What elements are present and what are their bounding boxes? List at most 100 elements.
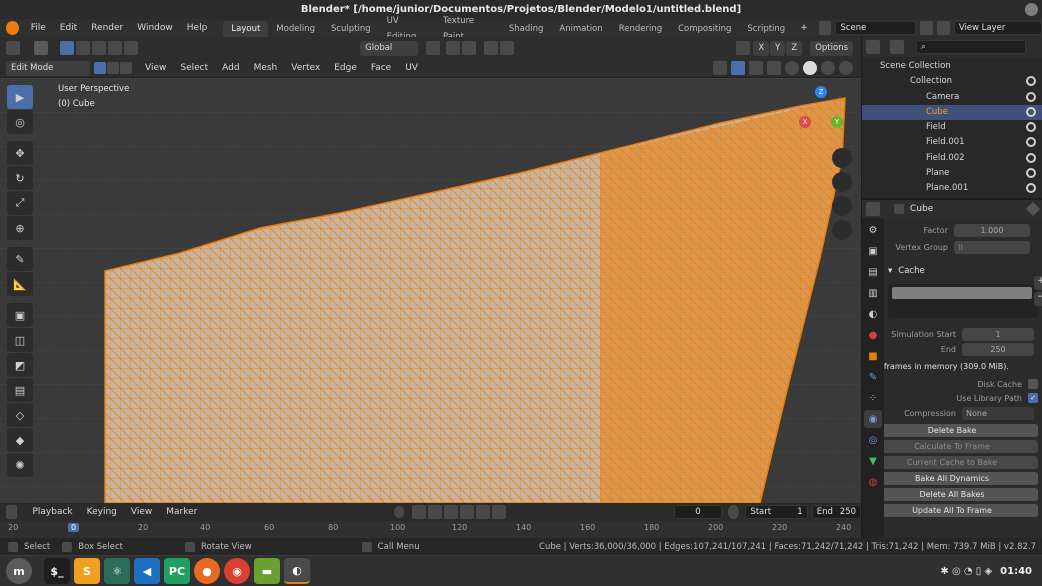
view-layer-icon[interactable] xyxy=(937,21,950,35)
knife-tool-icon[interactable]: ◇ xyxy=(7,403,33,427)
outliner-row-scene-collection[interactable]: Scene Collection xyxy=(862,59,1042,74)
physics-tab-icon[interactable]: ◉ xyxy=(864,410,882,428)
extrude-tool-icon[interactable]: ▣ xyxy=(7,303,33,327)
outliner-row-field-002[interactable]: Field.002 xyxy=(862,151,1042,166)
outliner-row-plane[interactable]: Plane xyxy=(862,166,1042,181)
3d-viewport[interactable]: User Perspective (0) Cube Z X Y xyxy=(0,78,861,503)
snap-icon[interactable] xyxy=(446,41,461,55)
outliner-editor-icon[interactable] xyxy=(866,40,880,54)
outliner-row-collection[interactable]: Collection xyxy=(862,74,1042,89)
solid-shading-icon[interactable] xyxy=(803,61,817,75)
pin-icon[interactable] xyxy=(1025,201,1041,217)
tool-tab-icon[interactable]: ⚙ xyxy=(864,221,882,239)
inset-tool-icon[interactable]: ◫ xyxy=(7,328,33,352)
select-box-icon[interactable] xyxy=(34,41,48,55)
bevel-tool-icon[interactable]: ◩ xyxy=(7,353,33,377)
menu-help[interactable]: Help xyxy=(180,19,215,37)
scene-tab-icon[interactable]: ◐ xyxy=(864,305,882,323)
outliner-row-camera[interactable]: Camera xyxy=(862,90,1042,105)
navigation-gizmo[interactable]: Z X Y xyxy=(797,84,847,144)
vertex-select-icon[interactable] xyxy=(94,62,106,74)
transform-orientation-dropdown[interactable]: Global xyxy=(360,40,419,56)
overlay-icon[interactable] xyxy=(749,61,763,75)
move-tool-icon[interactable]: ✥ xyxy=(7,141,33,165)
cursor-tool-icon[interactable]: ◎ xyxy=(7,110,33,134)
select-mode-extend-icon[interactable] xyxy=(76,41,90,55)
constraints-tab-icon[interactable]: ◎ xyxy=(864,431,882,449)
menu-face[interactable]: Face xyxy=(364,59,398,77)
menu-keying[interactable]: Keying xyxy=(80,503,124,521)
transform-tool-icon[interactable]: ⊕ xyxy=(7,216,33,240)
sublime-app-icon[interactable]: S xyxy=(74,558,100,584)
compression-dropdown[interactable]: None xyxy=(962,407,1034,420)
gizmo-icon[interactable] xyxy=(731,61,745,75)
menu-uv[interactable]: UV xyxy=(398,59,425,77)
tab-scripting[interactable]: Scripting xyxy=(739,21,793,37)
proportional-edit-icon[interactable] xyxy=(484,41,499,55)
preview-range-icon[interactable] xyxy=(727,505,740,519)
face-select-icon[interactable] xyxy=(120,62,132,74)
menu-edit[interactable]: Edit xyxy=(53,19,84,37)
mirror-y-toggle[interactable]: Y xyxy=(770,40,786,56)
record-icon[interactable] xyxy=(394,506,405,518)
delete-bake-button[interactable]: Delete Bake xyxy=(866,424,1038,437)
menu-view[interactable]: View xyxy=(138,59,173,77)
modifier-tab-icon[interactable]: ✎ xyxy=(864,368,882,386)
play-icon[interactable] xyxy=(460,505,475,519)
eye-icon[interactable] xyxy=(1026,76,1036,87)
eye-icon[interactable] xyxy=(1026,168,1036,179)
outliner-row-cube[interactable]: Cube xyxy=(862,104,1042,121)
annotate-tool-icon[interactable]: ✎ xyxy=(7,247,33,271)
eye-icon[interactable] xyxy=(1026,106,1036,117)
tab-layout[interactable]: Layout xyxy=(223,20,269,37)
vertex-group-field[interactable]: ⁝⁝ xyxy=(954,241,1030,254)
prev-keyframe-icon[interactable] xyxy=(428,505,443,519)
tab-rendering[interactable]: Rendering xyxy=(611,21,670,37)
editor-type-icon[interactable] xyxy=(6,41,20,55)
properties-editor-icon[interactable] xyxy=(866,202,880,216)
material-shading-icon[interactable] xyxy=(821,61,835,75)
display-mode-icon[interactable] xyxy=(890,40,904,54)
menu-vertex[interactable]: Vertex xyxy=(284,59,327,77)
scene-icon[interactable] xyxy=(818,21,832,35)
scene-selector[interactable]: Scene xyxy=(835,21,917,35)
timeline-editor-icon[interactable] xyxy=(6,505,18,519)
remove-cache-button[interactable]: − xyxy=(1034,292,1042,306)
view-layer-tab-icon[interactable]: ▥ xyxy=(864,284,882,302)
timeline-ruler[interactable]: 20 0 20 40 60 80 100 120 140 160 180 200… xyxy=(0,521,861,538)
options-dropdown[interactable]: Options xyxy=(810,40,853,56)
playhead[interactable]: 0 xyxy=(68,523,80,532)
falloff-icon[interactable] xyxy=(500,41,515,55)
chrome-app-icon[interactable]: ◉ xyxy=(224,558,250,584)
tab-sculpting[interactable]: Sculpting xyxy=(323,21,379,37)
pycharm-app-icon[interactable]: PC xyxy=(164,558,190,584)
outliner-row-field-001[interactable]: Field.001 xyxy=(862,135,1042,150)
start-frame-field[interactable]: Start 1 xyxy=(745,505,808,519)
outliner-search-input[interactable]: ⌕ xyxy=(916,40,1026,54)
add-workspace-icon[interactable]: + xyxy=(793,19,815,37)
files-app-icon[interactable]: ▬ xyxy=(254,558,280,584)
menu-add[interactable]: Add xyxy=(215,59,246,77)
wireframe-shading-icon[interactable] xyxy=(785,61,799,75)
sim-end-field[interactable]: 250 xyxy=(962,343,1034,356)
scale-tool-icon[interactable]: ⤢ xyxy=(7,191,33,215)
menu-select[interactable]: Select xyxy=(173,59,215,77)
rendered-shading-icon[interactable] xyxy=(839,61,853,75)
world-tab-icon[interactable]: ● xyxy=(864,326,882,344)
eye-icon[interactable] xyxy=(1026,152,1036,163)
cache-list-item[interactable] xyxy=(892,287,1032,299)
calculate-to-frame-button[interactable]: Calculate To Frame xyxy=(866,440,1038,453)
jump-end-icon[interactable] xyxy=(492,505,507,519)
new-scene-icon[interactable] xyxy=(920,21,934,35)
mirror-z-toggle[interactable]: Z xyxy=(786,40,803,56)
mirror-icon[interactable] xyxy=(736,41,751,55)
eye-icon[interactable] xyxy=(1026,122,1036,133)
select-mode-intersect-icon[interactable] xyxy=(124,41,138,55)
next-keyframe-icon[interactable] xyxy=(476,505,491,519)
tab-compositing[interactable]: Compositing xyxy=(670,21,739,37)
sim-start-field[interactable]: 1 xyxy=(962,328,1034,341)
gizmo-y-axis[interactable]: Y xyxy=(831,116,843,128)
select-mode-subtract-icon[interactable] xyxy=(92,41,106,55)
cache-list[interactable]: + − xyxy=(888,276,1042,318)
zoom-icon[interactable] xyxy=(832,148,852,168)
